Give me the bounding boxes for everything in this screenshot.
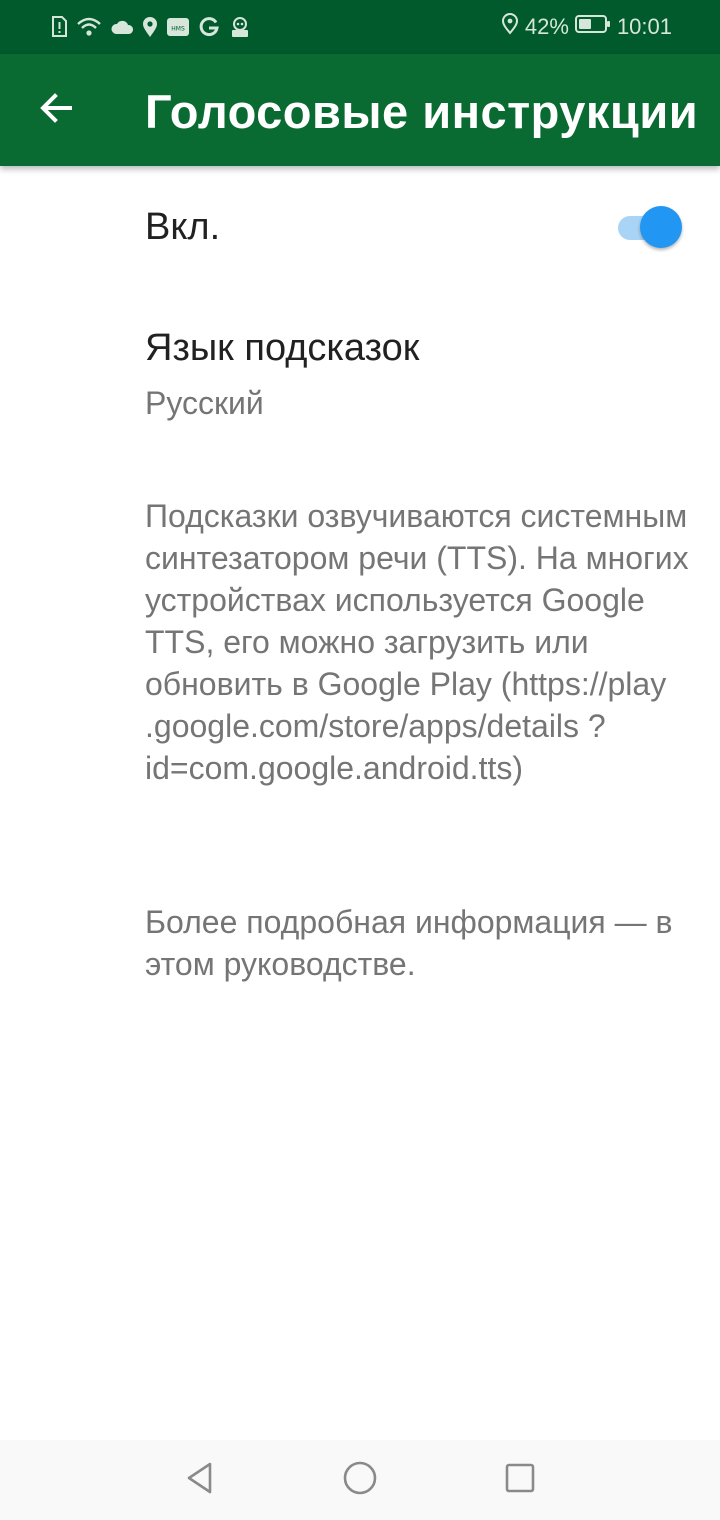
status-bar: HMS 42% 10:01	[0, 0, 720, 54]
app-bar: Голосовые инструкции	[0, 54, 720, 166]
wifi-icon	[76, 16, 102, 38]
back-triangle-icon	[184, 1461, 216, 1500]
hint-language-row[interactable]: Язык подсказок Русский	[0, 305, 720, 445]
location-pin-icon	[142, 16, 158, 38]
voice-enabled-switch[interactable]	[614, 206, 682, 248]
voice-enabled-row[interactable]: Вкл.	[0, 168, 720, 288]
clock: 10:01	[616, 14, 672, 39]
status-icons: HMS	[50, 14, 252, 40]
arrow-back-icon	[38, 90, 74, 131]
system-nav-bar	[0, 1440, 720, 1520]
google-icon	[198, 16, 220, 38]
battery-percent: 42%	[524, 14, 569, 39]
location-outline-icon	[501, 13, 519, 41]
hint-language-value: Русский	[145, 385, 264, 421]
sim-alert-icon	[50, 16, 68, 38]
page-title: Голосовые инструкции	[145, 85, 699, 138]
cloud-icon	[110, 18, 134, 36]
tts-info-text[interactable]: Подсказки озвучиваются системным синтеза…	[145, 495, 695, 789]
nav-back-button[interactable]	[176, 1456, 224, 1504]
switch-thumb	[640, 206, 682, 248]
recents-square-icon	[504, 1462, 536, 1499]
assistant-icon	[228, 16, 252, 38]
voice-enabled-label: Вкл.	[145, 206, 221, 248]
svg-text:HMS: HMS	[171, 26, 185, 33]
nav-recents-button[interactable]	[496, 1456, 544, 1504]
battery-icon	[574, 14, 611, 40]
hint-language-title: Язык подсказок	[145, 327, 420, 369]
home-circle-icon	[342, 1460, 378, 1501]
back-button[interactable]	[28, 82, 84, 138]
hms-icon: HMS	[166, 16, 190, 38]
status-right: 42% 10:01	[501, 12, 672, 42]
guide-info-text[interactable]: Более подробная информация — в этом руко…	[145, 901, 695, 985]
nav-home-button[interactable]	[336, 1456, 384, 1504]
